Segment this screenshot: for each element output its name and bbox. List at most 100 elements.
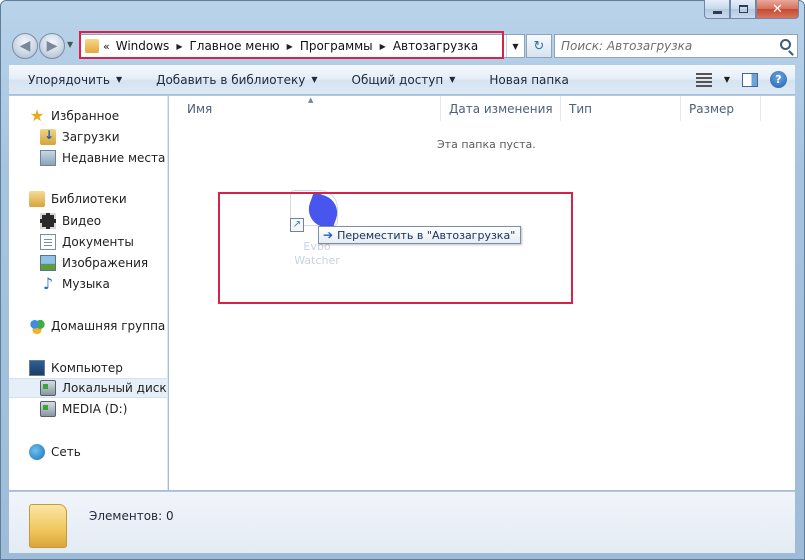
drag-move-tooltip: ➔ Переместить в "Автозагрузка"	[318, 226, 522, 244]
forward-button[interactable]: ▶	[39, 33, 65, 59]
navigation-pane: ★ Избранное Загрузки Недавние места Библ…	[9, 96, 168, 490]
new-folder-button[interactable]: Новая папка	[470, 65, 583, 95]
maximize-button[interactable]	[730, 0, 756, 19]
recent-places-icon	[40, 150, 56, 166]
shortcut-arrow-icon: ↗	[290, 218, 304, 232]
nav-item-label: Избранное	[51, 109, 120, 123]
column-header-type[interactable]: Тип	[561, 96, 681, 121]
breadcrumb-overflow[interactable]: «	[103, 40, 110, 53]
nav-item-label: Компьютер	[51, 361, 123, 375]
back-button[interactable]: ◀	[12, 33, 38, 59]
nav-item-recent-places[interactable]: Недавние места	[9, 148, 167, 168]
nav-item-local-disk[interactable]: Локальный диск (C	[9, 378, 167, 398]
folder-icon	[29, 504, 67, 548]
view-options-icon[interactable]	[695, 72, 712, 87]
address-bar[interactable]: « Windows ▶ Главное меню ▶ Программы ▶ А…	[80, 34, 525, 58]
nav-item-label: Библиотеки	[51, 192, 127, 206]
nav-item-label: Видео	[62, 214, 102, 228]
column-headers: ▲ Имя Дата изменения Тип Размер	[169, 96, 795, 121]
share-button[interactable]: Общий доступ ▼	[333, 65, 471, 95]
organize-button[interactable]: Упорядочить ▼	[9, 65, 137, 95]
nav-item-label: Документы	[62, 235, 134, 249]
breadcrumb-separator-icon[interactable]: ▶	[176, 42, 182, 51]
computer-icon	[29, 360, 45, 376]
breadcrumb-separator-icon[interactable]: ▶	[380, 42, 386, 51]
preview-pane-icon[interactable]	[742, 72, 758, 87]
details-pane: Элементов: 0	[9, 491, 795, 553]
refresh-icon: ↻	[533, 38, 545, 54]
chevron-down-icon: ▼	[311, 75, 318, 84]
network-icon	[29, 444, 45, 460]
hard-drive-icon	[40, 401, 56, 417]
new-folder-label: Новая папка	[489, 72, 569, 87]
video-library-icon	[40, 213, 56, 229]
homegroup-icon	[29, 318, 45, 334]
move-arrow-icon: ➔	[323, 228, 334, 242]
downloads-folder-icon	[40, 128, 56, 145]
images-library-icon	[40, 255, 56, 271]
nav-item-computer[interactable]: Компьютер	[9, 358, 167, 378]
share-label: Общий доступ	[351, 72, 444, 87]
recent-pages-dropdown[interactable]: ▼	[67, 40, 73, 49]
nav-item-images[interactable]: Изображения	[9, 253, 167, 273]
navigation-bar: ◀ ▶ ▼ « Windows ▶ Главное меню ▶ Програм…	[8, 30, 798, 62]
chevron-down-icon: ▼	[115, 75, 123, 84]
items-count: Элементов: 0	[89, 509, 174, 523]
nav-item-favorites[interactable]: ★ Избранное	[9, 106, 167, 126]
arrow-left-icon: ◀	[19, 38, 31, 54]
nav-item-homegroup[interactable]: Домашняя группа	[9, 316, 167, 336]
minimize-button[interactable]	[704, 0, 730, 19]
nav-item-libraries[interactable]: Библиотеки	[9, 189, 167, 209]
empty-folder-message: Эта папка пуста.	[437, 138, 536, 151]
hard-drive-icon	[40, 380, 56, 396]
close-icon: ✕	[772, 1, 783, 17]
nav-item-label: Локальный диск (C	[62, 381, 167, 395]
add-to-library-label: Добавить в библиотеку	[156, 72, 306, 87]
nav-item-documents[interactable]: Документы	[9, 232, 167, 252]
arrow-right-icon: ▶	[46, 38, 58, 54]
folder-icon	[85, 39, 99, 53]
star-icon: ★	[29, 106, 45, 125]
address-history-dropdown[interactable]: ▼	[506, 35, 524, 57]
view-options-dropdown[interactable]: ▼	[724, 75, 730, 84]
column-header-size[interactable]: Размер	[681, 96, 761, 121]
nav-item-media-disk[interactable]: MEDIA (D:)	[9, 399, 167, 419]
nav-item-downloads[interactable]: Загрузки	[9, 127, 167, 147]
nav-item-label: MEDIA (D:)	[62, 402, 128, 416]
nav-item-network[interactable]: Сеть	[9, 442, 167, 462]
command-bar: Упорядочить ▼ Добавить в библиотеку ▼ Об…	[9, 65, 795, 95]
breadcrumb-separator-icon[interactable]: ▶	[287, 42, 293, 51]
music-note-icon: ♪	[42, 274, 54, 293]
file-list[interactable]: ▲ Имя Дата изменения Тип Размер Эта папк…	[169, 96, 795, 490]
breadcrumb-item-windows[interactable]: Windows	[116, 39, 170, 53]
refresh-button[interactable]: ↻	[526, 34, 552, 58]
organize-label: Упорядочить	[28, 72, 110, 87]
column-header-date[interactable]: Дата изменения	[441, 96, 561, 121]
nav-item-music[interactable]: ♪ Музыка	[9, 274, 167, 294]
minimize-icon	[712, 10, 722, 14]
caption-buttons: ✕	[704, 0, 799, 20]
add-to-library-button[interactable]: Добавить в библиотеку ▼	[137, 65, 332, 95]
breadcrumb: « Windows ▶ Главное меню ▶ Программы ▶ А…	[103, 39, 478, 53]
search-icon[interactable]	[780, 39, 791, 50]
documents-library-icon	[40, 234, 56, 250]
maximize-icon	[738, 5, 748, 13]
nav-item-label: Музыка	[62, 277, 110, 291]
nav-item-label: Сеть	[51, 445, 81, 459]
dragged-file-label: Evbo Watcher	[294, 240, 340, 267]
column-header-name[interactable]: Имя	[179, 96, 441, 121]
breadcrumb-item-start-menu[interactable]: Главное меню	[189, 39, 279, 53]
nav-item-video[interactable]: Видео	[9, 211, 167, 231]
breadcrumb-item-programs[interactable]: Программы	[300, 39, 373, 53]
nav-item-label: Домашняя группа	[51, 319, 166, 333]
close-button[interactable]: ✕	[756, 0, 799, 19]
help-icon[interactable]: ?	[770, 71, 787, 88]
nav-item-label: Недавние места	[62, 151, 166, 165]
libraries-icon	[29, 191, 45, 207]
search-input[interactable]: Поиск: Автозагрузка	[554, 34, 798, 58]
search-placeholder: Поиск: Автозагрузка	[561, 39, 693, 53]
drag-tooltip-text: Переместить в "Автозагрузка"	[337, 228, 516, 242]
nav-item-label: Загрузки	[62, 130, 120, 144]
chevron-down-icon: ▼	[449, 75, 456, 84]
breadcrumb-item-startup[interactable]: Автозагрузка	[393, 39, 478, 53]
